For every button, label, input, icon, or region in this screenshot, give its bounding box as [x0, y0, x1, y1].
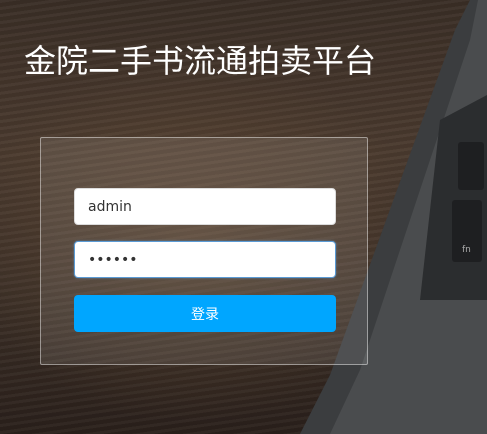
login-form: 登录 [40, 137, 368, 365]
login-page: fn 金院二手书流通拍卖平台 登录 [0, 0, 487, 434]
svg-text:fn: fn [462, 245, 471, 255]
page-title: 金院二手书流通拍卖平台 [24, 42, 377, 80]
login-button[interactable]: 登录 [74, 295, 336, 332]
username-input[interactable] [74, 188, 336, 225]
password-input[interactable] [74, 241, 336, 278]
